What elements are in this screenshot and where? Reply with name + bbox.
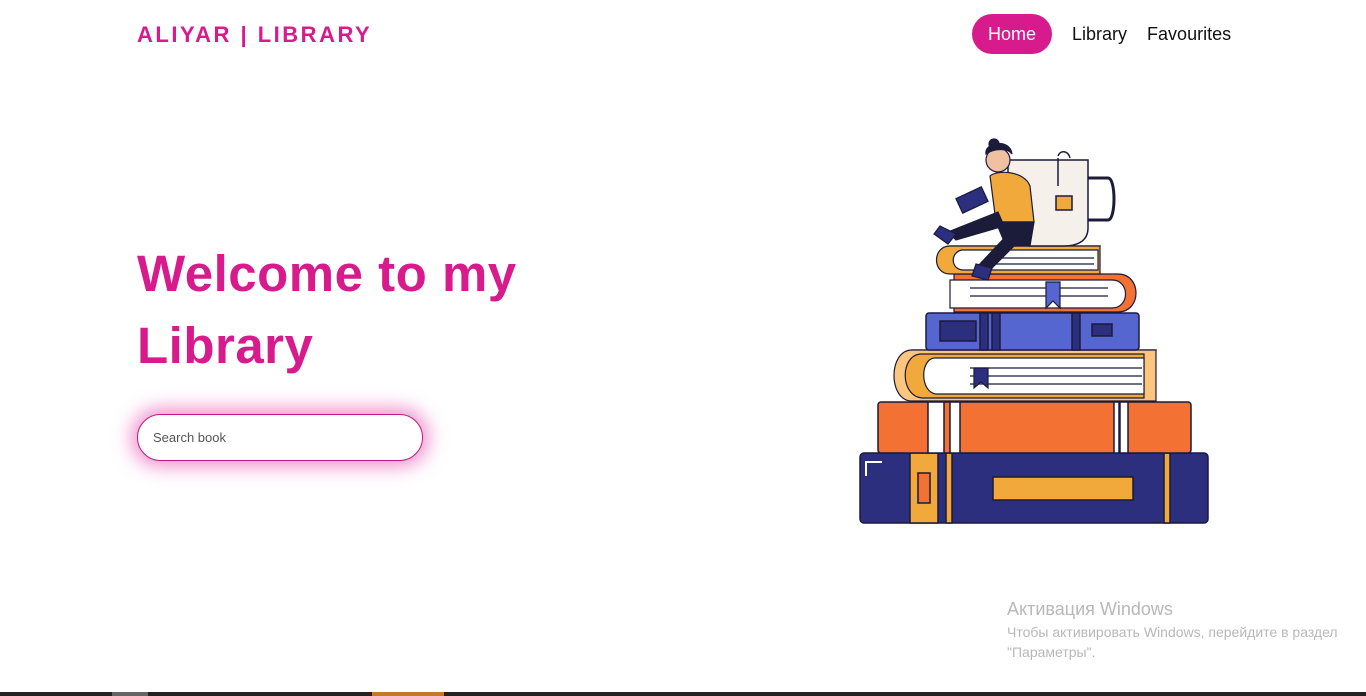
orange-top-book — [949, 273, 1137, 313]
nav-home-button[interactable]: Home — [972, 14, 1053, 54]
main-nav: Home Library Favourites — [972, 14, 1241, 54]
taskbar-edge — [0, 692, 1366, 696]
windows-activation-title: Активация Windows — [1007, 599, 1173, 619]
taskbar-item[interactable] — [372, 692, 444, 696]
blue-book — [925, 312, 1140, 351]
navy-book — [859, 452, 1209, 524]
hero-title: Welcome to my Library — [137, 245, 517, 374]
search-input[interactable] — [138, 415, 422, 460]
nav-favourites-link[interactable]: Favourites — [1137, 14, 1241, 54]
windows-activation-text: Чтобы активировать Windows, перейдите в … — [1007, 624, 1338, 660]
thin-book — [935, 245, 1101, 275]
nav-library-link[interactable]: Library — [1062, 14, 1137, 54]
search-box — [137, 414, 423, 461]
taskbar-item[interactable] — [112, 692, 148, 696]
orange-book — [877, 401, 1192, 454]
stack-of-books-reader-illustration — [859, 138, 1209, 524]
logo[interactable]: ALIYAR | LIBRARY — [137, 22, 372, 48]
windows-activation-watermark: Активация Windows Чтобы активировать Win… — [1007, 598, 1347, 662]
cream-book — [893, 349, 1157, 402]
